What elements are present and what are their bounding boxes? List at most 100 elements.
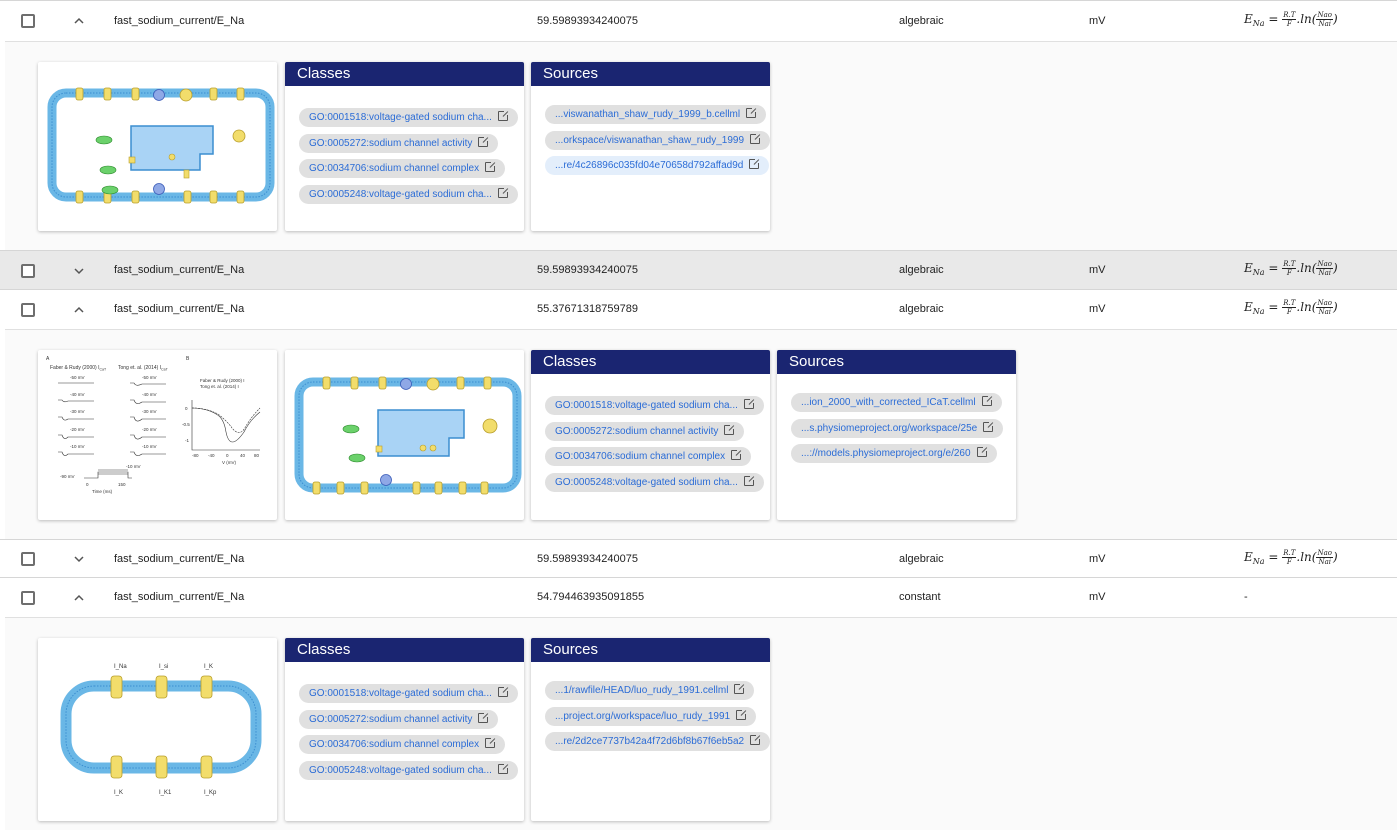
expanded-details: I_Na I_si I_K I_K I_K1 I_Kp Classes GO:0… bbox=[5, 617, 1397, 830]
table-row[interactable]: fast_sodium_current/E_Na 59.598939342400… bbox=[0, 0, 1397, 41]
table-row[interactable]: fast_sodium_current/E_Na 55.376713187597… bbox=[0, 289, 1397, 329]
open-in-new-icon bbox=[976, 446, 988, 457]
table-row[interactable]: fast_sodium_current/E_Na 59.598939342400… bbox=[0, 539, 1397, 577]
table-row[interactable]: fast_sodium_current/E_Na 59.598939342400… bbox=[0, 250, 1397, 289]
source-chip[interactable]: ...re/2d2ce7737b42a4f72d6bf8b67f6eb5a2 bbox=[545, 732, 770, 751]
row-checkbox[interactable] bbox=[21, 591, 35, 605]
class-chip[interactable]: GO:0005248:voltage-gated sodium cha... bbox=[299, 761, 518, 780]
mv-label: -30 mV bbox=[142, 409, 157, 414]
source-chip[interactable]: ...re/4c26896c035fd04e70658d792affad9d bbox=[545, 156, 770, 175]
row-checkbox[interactable] bbox=[21, 14, 35, 28]
eq-num: Nao bbox=[1316, 260, 1333, 269]
y-tick: -1 bbox=[185, 438, 189, 443]
variable-value: 54.794463935091855 bbox=[537, 591, 645, 603]
source-label: ...re/2d2ce7737b42a4f72d6bf8b67f6eb5a2 bbox=[555, 736, 745, 747]
variable-type: constant bbox=[899, 591, 941, 603]
current-traces-figure: A B Faber & Rudy (2000) ICaT Tong et. al… bbox=[38, 350, 277, 520]
eq-symbol: E bbox=[1244, 12, 1253, 26]
class-chip[interactable]: GO:0001518:voltage-gated sodium cha... bbox=[299, 684, 518, 703]
source-chip[interactable]: ...orkspace/viswanathan_shaw_rudy_1999 bbox=[545, 131, 770, 150]
source-label: ...://models.physiomeproject.org/e/260 bbox=[801, 448, 971, 459]
open-in-new-icon bbox=[750, 133, 762, 144]
variable-value: 59.59893934240075 bbox=[537, 553, 638, 565]
row-checkbox[interactable] bbox=[21, 303, 35, 317]
step-label: -10 mV bbox=[126, 464, 141, 469]
open-in-new-icon bbox=[734, 683, 746, 694]
figure-label-b: B bbox=[186, 356, 190, 362]
chevron-up-icon[interactable] bbox=[72, 303, 86, 317]
class-chip[interactable]: GO:0001518:voltage-gated sodium cha... bbox=[545, 396, 764, 415]
sources-card: Sources ...ion_2000_with_corrected_ICaT.… bbox=[777, 350, 1016, 520]
open-in-new-icon bbox=[731, 449, 743, 460]
classes-card: Classes GO:0001518:voltage-gated sodium … bbox=[285, 62, 524, 231]
channel-label-top: I_Na bbox=[114, 664, 127, 670]
class-chip[interactable]: GO:0005248:voltage-gated sodium cha... bbox=[545, 473, 764, 492]
class-label: GO:0005248:voltage-gated sodium cha... bbox=[555, 477, 738, 488]
source-chip[interactable]: ...1/rawfile/HEAD/luo_rudy_1991.cellml bbox=[545, 681, 755, 700]
time-label: Time (ms) bbox=[92, 489, 113, 494]
eq-num: Nao bbox=[1316, 549, 1333, 558]
class-chip[interactable]: GO:0034706:sodium channel complex bbox=[299, 735, 506, 754]
mv-label: -20 mV bbox=[142, 427, 157, 432]
chevron-down-icon[interactable] bbox=[72, 264, 86, 278]
open-in-new-icon bbox=[983, 421, 995, 432]
variable-type: algebraic bbox=[899, 553, 944, 565]
source-chip[interactable]: ...viswanathan_shaw_rudy_1999_b.cellml bbox=[545, 105, 767, 124]
figure-svg: A B Faber & Rudy (2000) ICaT Tong et. al… bbox=[46, 356, 261, 494]
channel-label-bottom: I_K bbox=[114, 790, 123, 796]
open-in-new-icon bbox=[749, 158, 761, 169]
class-label: GO:0001518:voltage-gated sodium cha... bbox=[309, 688, 492, 699]
row-checkbox[interactable] bbox=[21, 552, 35, 566]
classes-title: Classes bbox=[285, 638, 524, 662]
variable-name: fast_sodium_current/E_Na bbox=[114, 303, 245, 315]
class-label: GO:0005272:sodium channel activity bbox=[309, 138, 473, 149]
class-chip[interactable]: GO:0034706:sodium channel complex bbox=[545, 447, 752, 466]
equation-empty: - bbox=[1244, 591, 1248, 603]
variable-type: algebraic bbox=[899, 303, 944, 315]
class-chip[interactable]: GO:0034706:sodium channel complex bbox=[299, 159, 506, 178]
eq-sub: Na bbox=[1252, 268, 1265, 277]
class-label: GO:0034706:sodium channel complex bbox=[309, 163, 480, 174]
class-chip[interactable]: GO:0005272:sodium channel activity bbox=[545, 422, 745, 441]
eq-ln: .ln bbox=[1296, 300, 1312, 314]
class-chip[interactable]: GO:0001518:voltage-gated sodium cha... bbox=[299, 108, 518, 127]
x-tick: -80 bbox=[192, 453, 199, 458]
eq-num: R.T bbox=[1282, 11, 1297, 20]
channel-label-top: I_K bbox=[204, 664, 213, 670]
equation: ENa = R.T F .ln(Nao Nai) bbox=[1244, 11, 1338, 28]
source-label: ...project.org/workspace/luo_rudy_1991 bbox=[555, 711, 731, 722]
eq-ln: .ln bbox=[1296, 261, 1312, 275]
chevron-up-icon[interactable] bbox=[72, 591, 86, 605]
y-tick: 0 bbox=[185, 406, 188, 411]
equation: ENa = R.T F .ln(Nao Nai) bbox=[1244, 260, 1338, 277]
eq-den: Nai bbox=[1318, 308, 1332, 316]
chevron-down-icon[interactable] bbox=[72, 552, 86, 566]
variable-name: fast_sodium_current/E_Na bbox=[114, 591, 245, 603]
class-chip[interactable]: GO:0005272:sodium channel activity bbox=[299, 134, 499, 153]
source-chip[interactable]: ...ion_2000_with_corrected_ICaT.cellml bbox=[791, 393, 1002, 412]
mv-label: -20 mV bbox=[70, 427, 85, 432]
eq-den: Nai bbox=[1318, 269, 1332, 277]
eq-ln: .ln bbox=[1296, 12, 1312, 26]
classes-title: Classes bbox=[285, 62, 524, 86]
open-in-new-icon bbox=[478, 712, 490, 723]
source-chip[interactable]: ...s.physiomeproject.org/workspace/25e bbox=[791, 419, 1004, 438]
class-chip[interactable]: GO:0005248:voltage-gated sodium cha... bbox=[299, 185, 518, 204]
source-chip[interactable]: ...://models.physiomeproject.org/e/260 bbox=[791, 444, 997, 463]
source-label: ...s.physiomeproject.org/workspace/25e bbox=[801, 423, 978, 434]
eq-den: Nai bbox=[1318, 558, 1332, 566]
x-tick: -40 bbox=[208, 453, 215, 458]
chevron-up-icon[interactable] bbox=[72, 14, 86, 28]
channel-label-bottom: I_K1 bbox=[159, 790, 172, 796]
eq-symbol: E bbox=[1244, 550, 1253, 564]
eq-num: R.T bbox=[1282, 260, 1297, 269]
table-row[interactable]: fast_sodium_current/E_Na 54.794463935091… bbox=[0, 577, 1397, 617]
equation: ENa = R.T F .ln(Nao Nai) bbox=[1244, 549, 1338, 566]
x-tick: 0 bbox=[226, 453, 229, 458]
eq-den: F bbox=[1286, 308, 1292, 316]
sources-title: Sources bbox=[777, 350, 1016, 374]
class-chip[interactable]: GO:0005272:sodium channel activity bbox=[299, 710, 499, 729]
row-checkbox[interactable] bbox=[21, 264, 35, 278]
source-chip[interactable]: ...project.org/workspace/luo_rudy_1991 bbox=[545, 707, 757, 726]
class-label: GO:0005248:voltage-gated sodium cha... bbox=[309, 765, 492, 776]
